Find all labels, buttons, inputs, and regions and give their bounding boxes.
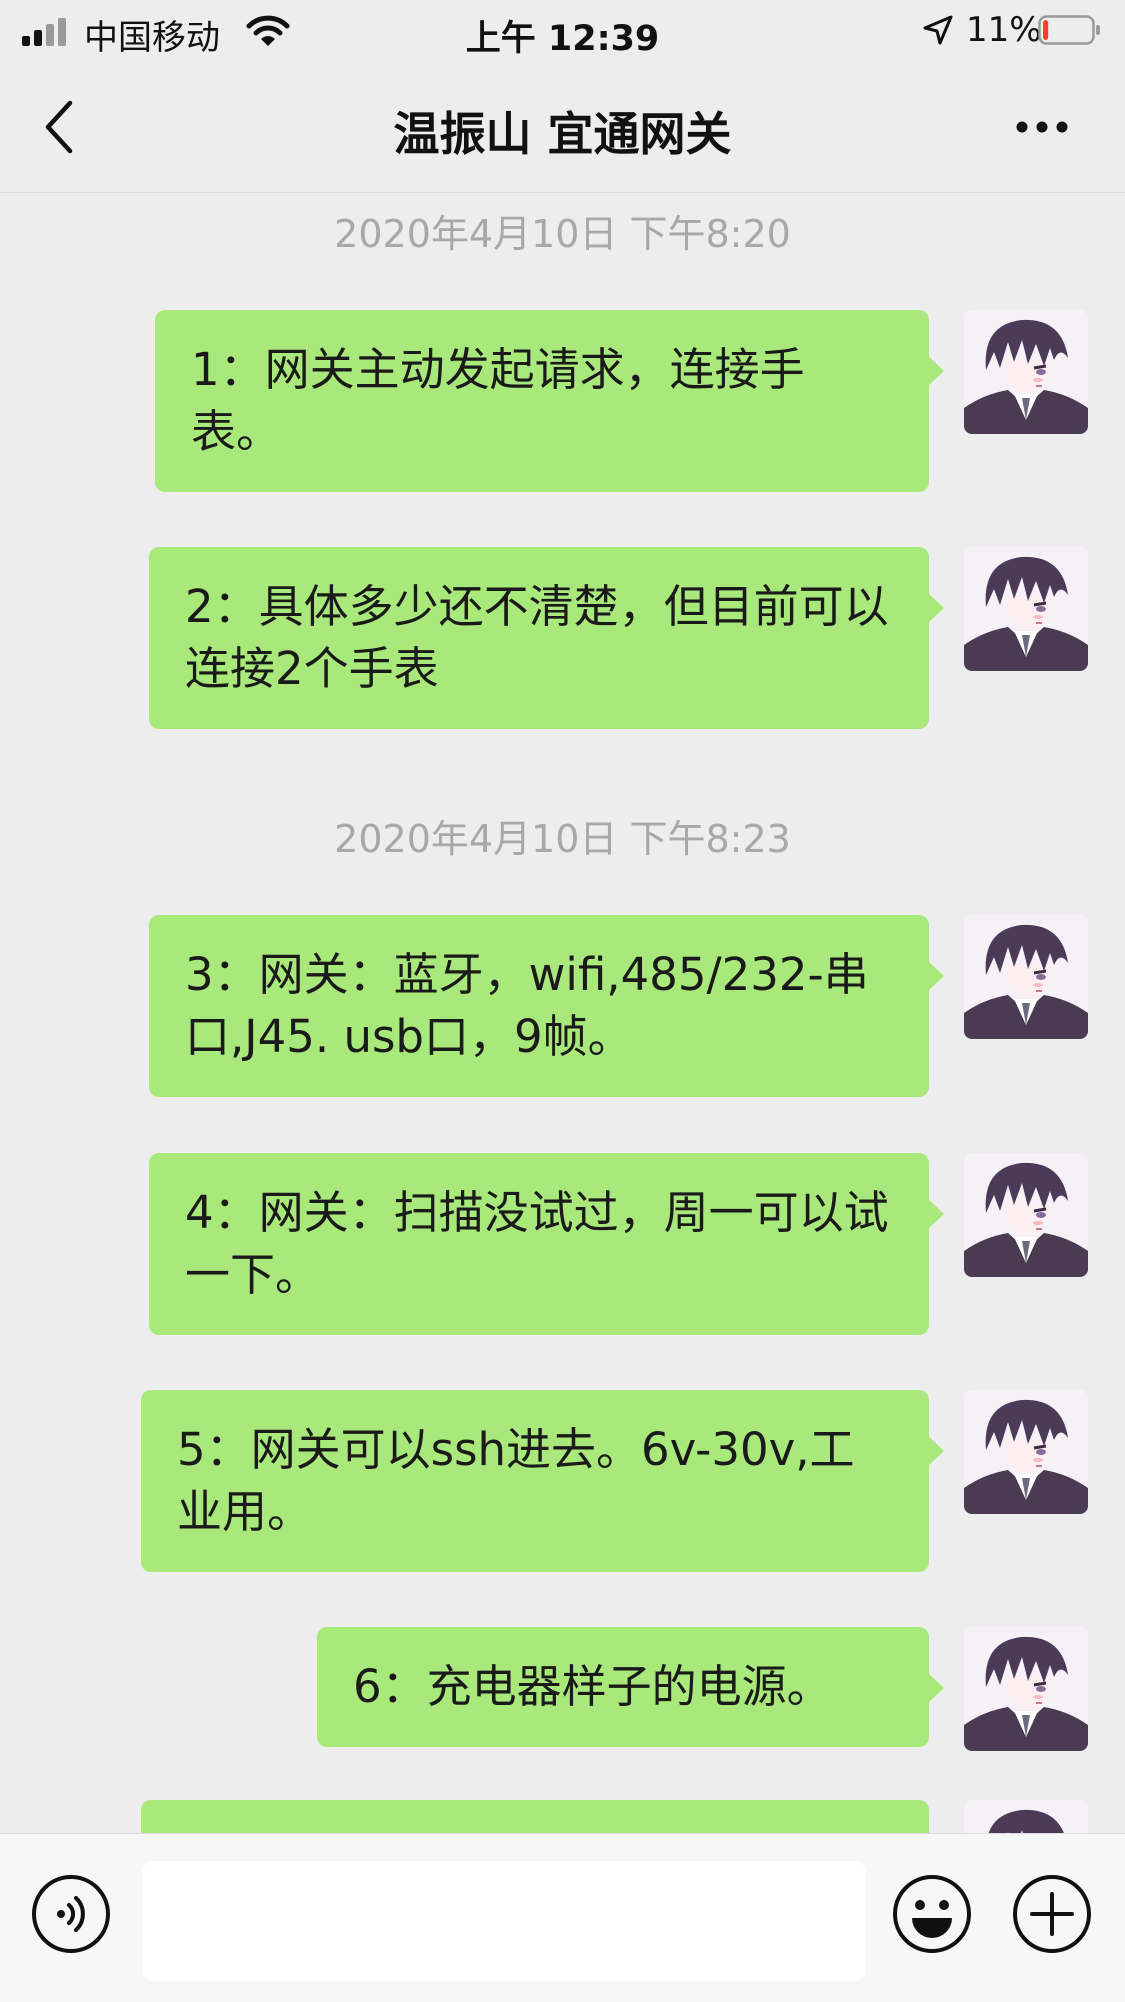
avatar[interactable] xyxy=(964,1390,1088,1514)
message-list[interactable]: 2020年4月10日 下午8:20 1：网关主动发起请求，连接手表。 2：具体多… xyxy=(0,193,1125,1833)
message-text: 6：充电器样子的电源。 xyxy=(353,1660,832,1713)
message-bubble[interactable]: 6：充电器样子的电源。 xyxy=(317,1627,944,1747)
message-bubble[interactable] xyxy=(141,1800,929,1833)
message-text: 1：网关主动发起请求，连接手表。 xyxy=(191,343,805,458)
wifi-icon xyxy=(246,15,290,46)
signal-icon xyxy=(22,18,72,46)
location-arrow-icon xyxy=(923,15,953,45)
battery-icon xyxy=(1038,15,1100,45)
avatar[interactable] xyxy=(964,310,1088,434)
message-text: 3：网关：蓝牙，wifi,485/232-串口,J45. usb口，9帧。 xyxy=(185,948,869,1063)
avatar[interactable] xyxy=(964,1153,1088,1277)
chat-title: 温振山 宜通网关 xyxy=(393,107,732,161)
back-chevron-icon[interactable] xyxy=(40,97,80,157)
timestamp: 2020年4月10日 下午8:23 xyxy=(334,817,791,861)
plus-icon[interactable] xyxy=(1012,1874,1092,1954)
message-text: 4：网关：扫描没试过，周一可以试一下。 xyxy=(185,1186,889,1301)
avatar[interactable] xyxy=(964,1627,1088,1751)
message-input[interactable] xyxy=(143,1861,865,1981)
more-dots-icon[interactable] xyxy=(1010,102,1074,152)
message-text: 2：具体多少还不清楚，但目前可以连接2个手表 xyxy=(185,580,889,695)
timestamp: 2020年4月10日 下午8:20 xyxy=(334,212,791,256)
battery-percentage: 11% xyxy=(966,10,1042,50)
message-bubble[interactable]: 1：网关主动发起请求，连接手表。 xyxy=(155,310,944,492)
status-bar: 中国移动 上午 12:39 11% xyxy=(0,0,1125,62)
message-bubble[interactable]: 5：网关可以ssh进去。6v-30v,工业用。 xyxy=(141,1390,944,1572)
emoji-icon[interactable] xyxy=(892,1874,972,1954)
avatar[interactable] xyxy=(964,547,1088,671)
message-bubble[interactable]: 2：具体多少还不清楚，但目前可以连接2个手表 xyxy=(149,547,944,729)
message-bubble[interactable]: 3：网关：蓝牙，wifi,485/232-串口,J45. usb口，9帧。 xyxy=(149,915,944,1097)
input-bar xyxy=(0,1833,1125,2002)
message-text: 5：网关可以ssh进去。6v-30v,工业用。 xyxy=(177,1423,855,1538)
carrier-name: 中国移动 xyxy=(84,18,220,58)
chat-header: 温振山 宜通网关 xyxy=(0,62,1125,193)
avatar[interactable] xyxy=(964,1800,1088,1833)
message-bubble[interactable]: 4：网关：扫描没试过，周一可以试一下。 xyxy=(149,1153,944,1335)
voice-icon[interactable] xyxy=(31,1874,111,1954)
avatar[interactable] xyxy=(964,915,1088,1039)
